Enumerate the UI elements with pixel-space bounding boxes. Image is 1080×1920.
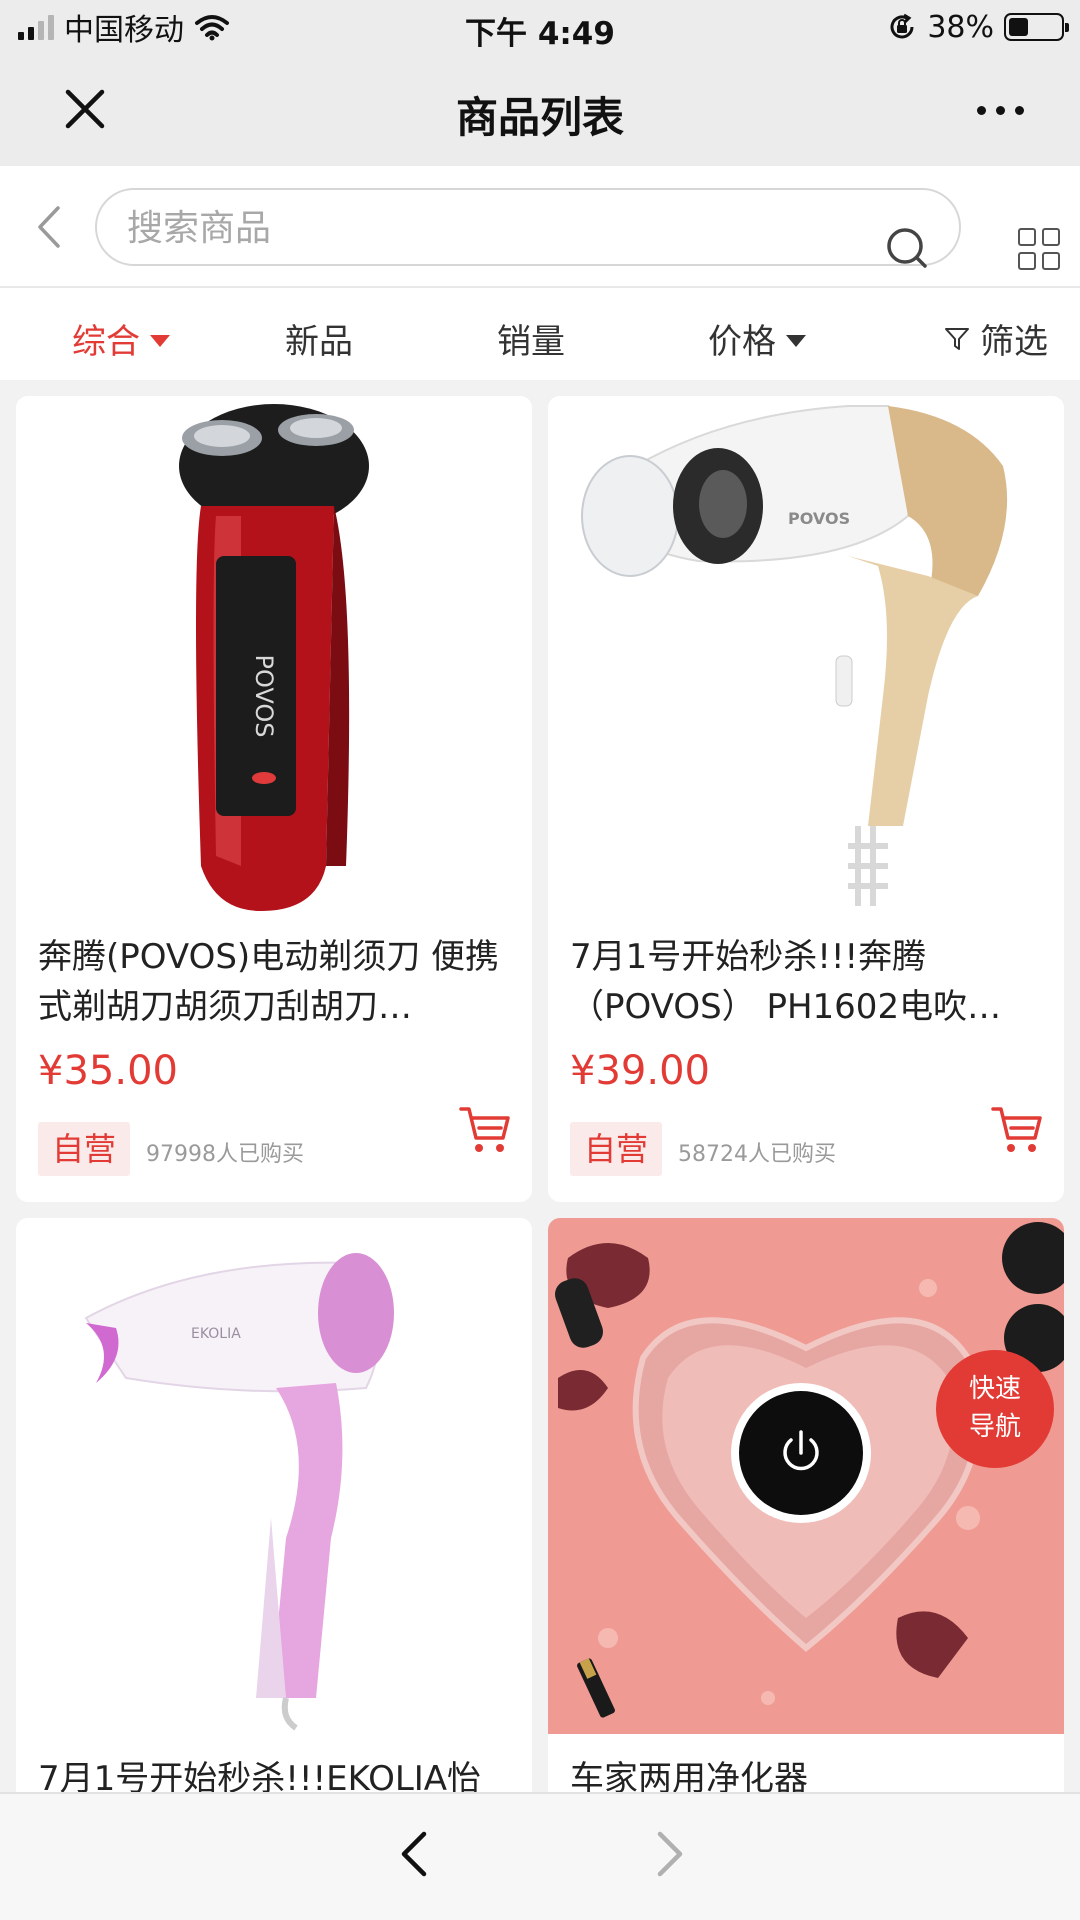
filter-funnel-icon (945, 327, 969, 350)
search-row (0, 166, 1080, 288)
quick-nav-button[interactable]: 快速 导航 (936, 1350, 1054, 1468)
filter-label: 新品 (285, 322, 353, 362)
filter-new[interactable]: 新品 (285, 314, 353, 363)
product-image-brand: POVOS (788, 509, 850, 528)
filter-screen[interactable]: 筛选 (944, 314, 1048, 363)
grid-view-icon[interactable] (1018, 228, 1060, 270)
product-price: ¥35.00 (38, 1048, 178, 1094)
search-input[interactable] (127, 204, 847, 252)
product-image-hair-dryer[interactable]: POVOS (548, 396, 1064, 912)
product-card[interactable]: POVOS 奔腾(POVOS)电动剃须刀 便携式剃胡刀胡须刀刮胡刀… ¥35.0… (16, 396, 532, 1202)
filter-price[interactable]: 价格 (708, 314, 806, 363)
filter-label: 综合 (72, 322, 140, 362)
product-name[interactable]: 奔腾(POVOS)电动剃须刀 便携式剃胡刀胡须刀刮胡刀… (38, 932, 508, 1032)
sold-count: 58724人已购买 (678, 1142, 836, 1167)
orientation-lock-icon (890, 13, 914, 39)
product-image-pink-hair-dryer[interactable]: EKOLIA (16, 1218, 532, 1734)
sold-count: 97998人已购买 (146, 1142, 304, 1167)
battery-level (1009, 18, 1028, 36)
title-bar: 商品列表 (0, 54, 1080, 166)
product-card[interactable]: 车家两用净化器 (548, 1218, 1064, 1858)
bottom-nav-bar (0, 1792, 1080, 1920)
back-icon[interactable] (30, 202, 70, 252)
nav-back-icon[interactable] (396, 1828, 432, 1880)
product-image-brand: EKOLIA (191, 1326, 241, 1342)
quick-nav-line1: 快速 (968, 1374, 1021, 1404)
self-operated-badge: 自营 (38, 1122, 130, 1176)
status-right-group: 38% (887, 8, 1069, 46)
dropdown-arrow-icon (150, 334, 170, 347)
more-icon[interactable] (977, 106, 1024, 115)
product-card[interactable]: POVOS 7月1号开始秒杀!!!奔腾（POVOS） PH1602电吹… ¥39… (548, 396, 1064, 1202)
page-title: 商品列表 (455, 93, 624, 142)
filter-comprehensive[interactable]: 综合 (72, 314, 170, 363)
product-name[interactable]: 7月1号开始秒杀!!!奔腾（POVOS） PH1602电吹… (570, 932, 1040, 1032)
product-image-shaver[interactable]: POVOS (16, 396, 532, 912)
product-image-air-purifier[interactable] (548, 1218, 1064, 1734)
filter-label: 筛选 (980, 322, 1048, 362)
search-box[interactable] (95, 188, 961, 268)
cart-icon[interactable] (990, 1104, 1044, 1156)
search-icon[interactable] (885, 226, 929, 270)
product-price: ¥39.00 (570, 1048, 710, 1094)
product-card[interactable]: EKOLIA 7月1号开始秒杀!!!EKOLIA怡 (16, 1218, 532, 1858)
quick-nav-line2: 导航 (968, 1412, 1021, 1442)
nav-forward-icon[interactable] (652, 1828, 688, 1880)
self-operated-badge: 自营 (570, 1122, 662, 1176)
status-bar: 中国移动 下午 4:49 38% (0, 0, 1080, 54)
product-image-brand: POVOS (250, 654, 278, 737)
filter-sales[interactable]: 销量 (497, 314, 565, 363)
filter-label: 销量 (497, 322, 565, 362)
dropdown-arrow-icon (786, 334, 806, 347)
filter-bar: 综合 新品 销量 价格 筛选 (0, 288, 1080, 380)
battery-percent: 38% (927, 9, 994, 45)
cart-icon[interactable] (458, 1104, 512, 1156)
filter-label: 价格 (708, 322, 776, 362)
battery-icon (1004, 13, 1069, 41)
